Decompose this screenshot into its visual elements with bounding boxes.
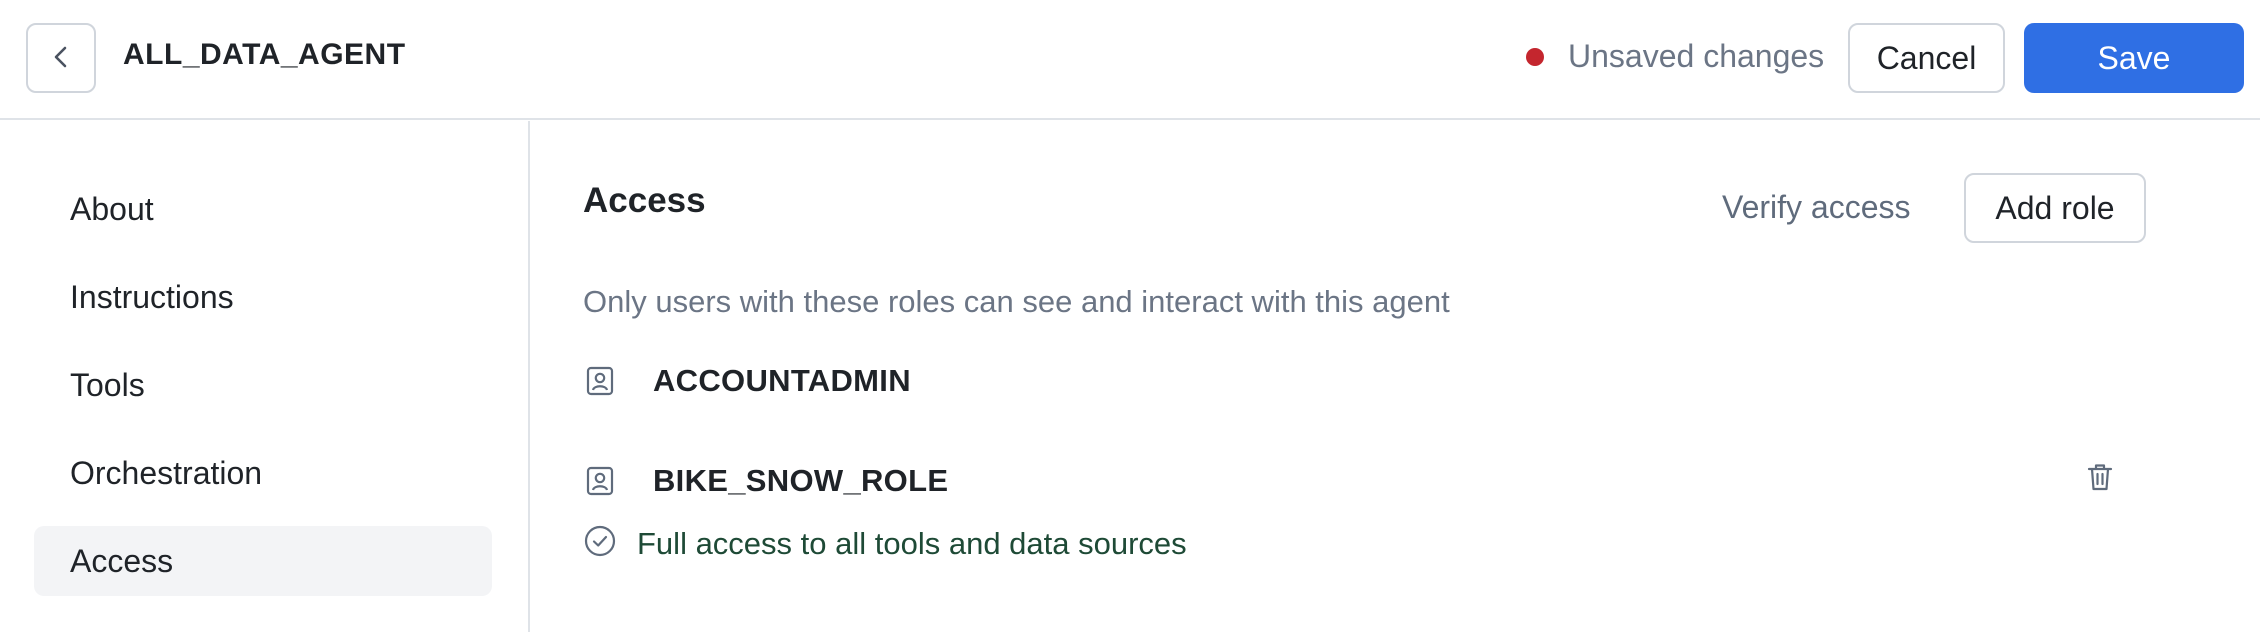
sidebar-item-access[interactable]: Access	[34, 526, 492, 596]
delete-role-button[interactable]	[2082, 460, 2118, 496]
verify-access-link[interactable]: Verify access	[1722, 189, 1911, 226]
add-role-button[interactable]: Add role	[1964, 173, 2146, 243]
sidebar-item-label: About	[70, 190, 154, 227]
unsaved-dot-icon	[1526, 47, 1544, 66]
sidebar-item-label: Instructions	[70, 278, 234, 315]
sidebar-item-label: Orchestration	[70, 454, 263, 491]
sidebar-item-about[interactable]: About	[34, 174, 492, 244]
section-title: Access	[583, 181, 706, 220]
role-badge-icon	[583, 464, 617, 498]
check-circle-icon	[583, 524, 617, 563]
settings-sidebar: About Instructions Tools Orchestration A…	[0, 121, 530, 632]
save-button[interactable]: Save	[2024, 23, 2244, 93]
sidebar-item-label: Tools	[70, 366, 145, 403]
top-bar: ALL_DATA_AGENT Unsaved changes Cancel Sa…	[0, 0, 2260, 120]
unsaved-status-text: Unsaved changes	[1568, 38, 1825, 74]
role-name: BIKE_SNOW_ROLE	[653, 463, 949, 498]
role-row: BIKE_SNOW_ROLE	[583, 456, 2183, 506]
agent-title: ALL_DATA_AGENT	[123, 38, 406, 71]
cancel-button[interactable]: Cancel	[1848, 23, 2005, 93]
sidebar-item-instructions[interactable]: Instructions	[34, 262, 492, 332]
role-badge-icon	[583, 364, 617, 398]
unsaved-status: Unsaved changes	[1526, 38, 1824, 75]
role-row: ACCOUNTADMIN	[583, 356, 2183, 406]
sidebar-item-label: Access	[70, 542, 174, 579]
access-note: Full access to all tools and data source…	[583, 524, 1187, 563]
sidebar-item-orchestration[interactable]: Orchestration	[34, 438, 492, 508]
access-note-text: Full access to all tools and data source…	[637, 525, 1187, 561]
chevron-left-icon	[50, 44, 72, 73]
back-button[interactable]	[26, 23, 96, 93]
section-description: Only users with these roles can see and …	[583, 284, 1450, 319]
access-panel: Access Verify access Add role Only users…	[532, 121, 2250, 632]
trash-icon	[2085, 461, 2115, 496]
role-name: ACCOUNTADMIN	[653, 363, 911, 398]
sidebar-item-tools[interactable]: Tools	[34, 350, 492, 420]
